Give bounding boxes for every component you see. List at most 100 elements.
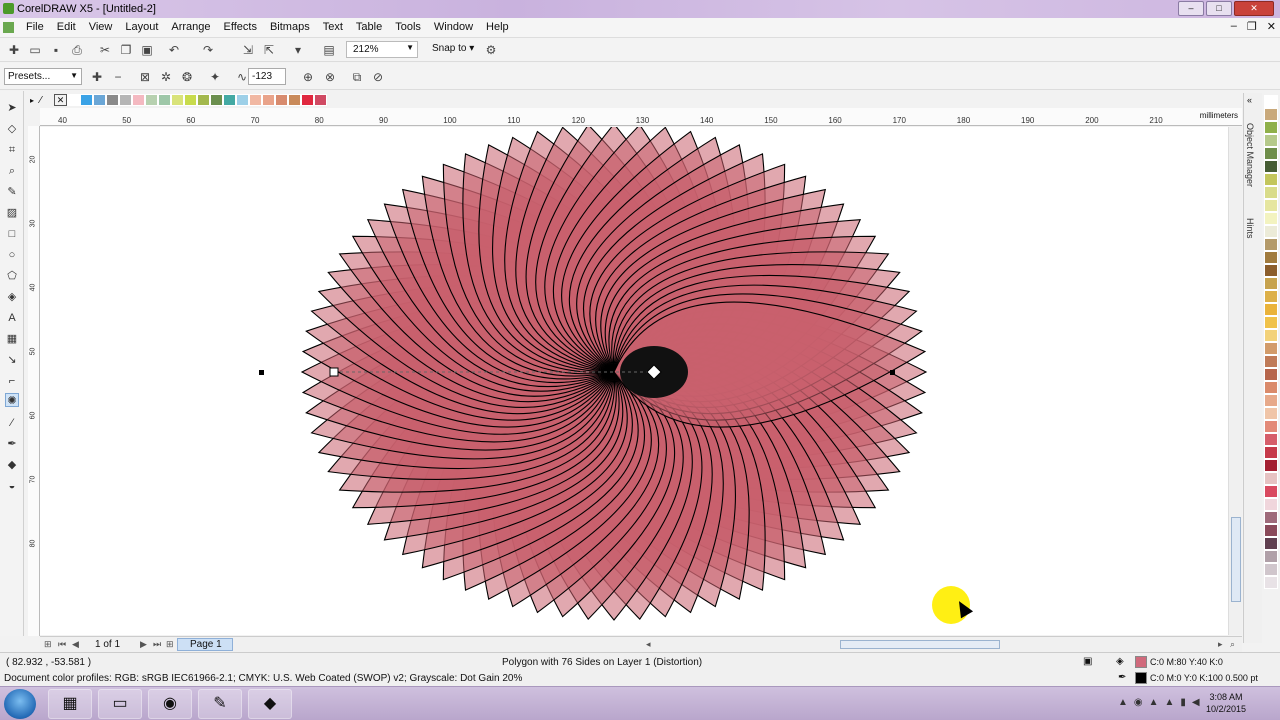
eyedropper-icon[interactable]: ⁄ bbox=[40, 95, 54, 106]
color-swatch[interactable] bbox=[1264, 433, 1278, 446]
color-swatch[interactable] bbox=[1264, 173, 1278, 186]
snap-status-icon[interactable]: ▣ bbox=[1083, 656, 1092, 667]
distorted-polygon-shape[interactable] bbox=[40, 127, 1228, 635]
add-page-icon[interactable]: ⊞ bbox=[44, 639, 52, 650]
smart-fill-tool-icon[interactable]: ▨ bbox=[5, 206, 19, 220]
next-page-icon[interactable]: ▶ bbox=[140, 639, 147, 650]
zoom-level-select[interactable]: 212% ▼ bbox=[346, 41, 418, 58]
color-swatch[interactable] bbox=[1264, 381, 1278, 394]
interactive-fill-tool-icon[interactable]: ◒ bbox=[5, 479, 19, 493]
import-icon[interactable]: ⇲ bbox=[240, 42, 256, 58]
color-swatch[interactable] bbox=[1264, 160, 1278, 173]
menu-bitmaps[interactable]: Bitmaps bbox=[270, 21, 310, 33]
palette-swatch[interactable] bbox=[314, 94, 327, 106]
first-page-icon[interactable]: ⏮ bbox=[58, 639, 66, 650]
redo-icon[interactable]: ↷ bbox=[200, 42, 216, 58]
color-swatch[interactable] bbox=[1264, 277, 1278, 290]
center-distortion-icon[interactable]: ⊕ bbox=[300, 69, 316, 85]
palette-swatch[interactable] bbox=[184, 94, 197, 106]
menu-table[interactable]: Table bbox=[356, 21, 382, 33]
doc-minimize-button[interactable]: – bbox=[1231, 20, 1237, 33]
new-icon[interactable]: ✚ bbox=[6, 42, 22, 58]
scroll-right-icon[interactable]: ▸ bbox=[1218, 639, 1223, 650]
zipper-distortion-icon[interactable]: ✲ bbox=[158, 69, 174, 85]
menu-view[interactable]: View bbox=[89, 21, 113, 33]
distort-tool-icon[interactable]: ✺ bbox=[5, 393, 19, 407]
welcome-screen-icon[interactable]: ▤ bbox=[321, 42, 337, 58]
dimension-tool-icon[interactable]: ↘ bbox=[5, 353, 19, 367]
amplitude-spinbox[interactable]: -123 bbox=[248, 68, 286, 85]
docker-collapse-icon[interactable]: « bbox=[1247, 95, 1252, 105]
color-swatch[interactable] bbox=[1264, 212, 1278, 225]
palette-swatch[interactable] bbox=[236, 94, 249, 106]
start-button[interactable] bbox=[4, 689, 36, 719]
menu-arrange[interactable]: Arrange bbox=[171, 21, 210, 33]
rectangle-tool-icon[interactable]: □ bbox=[5, 227, 19, 241]
color-swatch[interactable] bbox=[1264, 238, 1278, 251]
menu-edit[interactable]: Edit bbox=[57, 21, 76, 33]
color-swatch[interactable] bbox=[1264, 134, 1278, 147]
convert-to-curves-icon[interactable]: ⊗ bbox=[322, 69, 338, 85]
taskbar-clock[interactable]: 3:08 AM 10/2/2015 bbox=[1206, 691, 1246, 715]
menu-tools[interactable]: Tools bbox=[395, 21, 421, 33]
color-swatch[interactable] bbox=[1264, 186, 1278, 199]
basic-shapes-tool-icon[interactable]: ◈ bbox=[5, 290, 19, 304]
color-swatch[interactable] bbox=[1264, 459, 1278, 472]
color-swatch[interactable] bbox=[1264, 394, 1278, 407]
palette-swatch[interactable] bbox=[223, 94, 236, 106]
selection-handle[interactable] bbox=[259, 370, 264, 375]
palette-swatch[interactable] bbox=[80, 94, 93, 106]
palette-swatch[interactable] bbox=[93, 94, 106, 106]
taskbar-chrome-icon[interactable]: ◉ bbox=[148, 689, 192, 719]
close-button[interactable]: ✕ bbox=[1234, 1, 1274, 16]
color-profiles-info[interactable]: Document color profiles: RGB: sRGB IEC61… bbox=[4, 673, 522, 684]
outline-color-swatch[interactable] bbox=[1135, 672, 1147, 684]
color-swatch[interactable] bbox=[1264, 472, 1278, 485]
export-icon[interactable]: ⇱ bbox=[261, 42, 277, 58]
system-tray-icons[interactable]: ▲◉▲▲▮◀ bbox=[1118, 697, 1206, 708]
palette-swatch[interactable] bbox=[119, 94, 132, 106]
crop-tool-icon[interactable]: ⌗ bbox=[5, 143, 19, 157]
add-new-distortion-icon[interactable]: ✦ bbox=[207, 69, 223, 85]
color-swatch[interactable] bbox=[1264, 316, 1278, 329]
color-swatch[interactable] bbox=[1264, 524, 1278, 537]
undo-icon[interactable]: ↶ bbox=[166, 42, 182, 58]
copy-icon[interactable]: ❐ bbox=[118, 42, 134, 58]
menu-effects[interactable]: Effects bbox=[224, 21, 257, 33]
palette-swatch[interactable] bbox=[249, 94, 262, 106]
menu-layout[interactable]: Layout bbox=[125, 21, 158, 33]
maximize-button[interactable]: □ bbox=[1206, 1, 1232, 16]
add-page-end-icon[interactable]: ⊞ bbox=[166, 639, 174, 650]
fill-color-swatch[interactable] bbox=[1135, 656, 1147, 668]
color-swatch[interactable] bbox=[1264, 537, 1278, 550]
shape-tool-icon[interactable]: ◇ bbox=[5, 122, 19, 136]
last-page-icon[interactable]: ⏭ bbox=[153, 639, 161, 650]
palette-swatch[interactable] bbox=[132, 94, 145, 106]
open-icon[interactable]: ▭ bbox=[27, 42, 43, 58]
zoom-tool-icon[interactable]: ⌕ bbox=[5, 164, 19, 178]
no-fill-swatch[interactable]: ✕ bbox=[54, 94, 67, 106]
paste-icon[interactable]: ▣ bbox=[139, 42, 155, 58]
text-tool-icon[interactable]: A bbox=[5, 311, 19, 325]
snap-to-dropdown[interactable]: Snap to ▾ bbox=[432, 43, 474, 54]
page-tab[interactable]: Page 1 bbox=[177, 638, 233, 651]
menu-file[interactable]: File bbox=[26, 21, 44, 33]
menu-window[interactable]: Window bbox=[434, 21, 473, 33]
menu-help[interactable]: Help bbox=[486, 21, 509, 33]
distortion-amplitude-handle[interactable] bbox=[329, 367, 339, 377]
color-swatch[interactable] bbox=[1264, 485, 1278, 498]
palette-swatch[interactable] bbox=[67, 94, 80, 106]
palette-swatch[interactable] bbox=[171, 94, 184, 106]
color-swatch[interactable] bbox=[1264, 407, 1278, 420]
palette-swatch[interactable] bbox=[158, 94, 171, 106]
selection-handle[interactable] bbox=[890, 370, 895, 375]
save-icon[interactable]: ▪ bbox=[48, 42, 64, 58]
color-swatch[interactable] bbox=[1264, 342, 1278, 355]
freehand-tool-icon[interactable]: ✎ bbox=[5, 185, 19, 199]
color-swatch[interactable] bbox=[1264, 446, 1278, 459]
color-swatch[interactable] bbox=[1264, 147, 1278, 160]
object-manager-tab[interactable]: Object Manager bbox=[1245, 123, 1255, 187]
color-swatch[interactable] bbox=[1264, 420, 1278, 433]
pick-tool-icon[interactable]: ➤ bbox=[5, 101, 19, 115]
taskbar-explorer-icon[interactable]: ▭ bbox=[98, 689, 142, 719]
